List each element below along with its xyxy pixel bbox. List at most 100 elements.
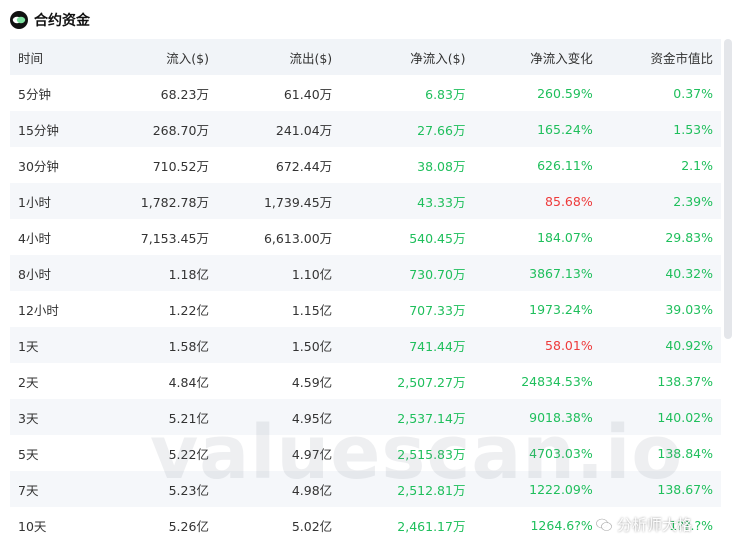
cell-net-change: 3867.13%: [465, 255, 593, 291]
table-row: 2天 4.84亿 4.59亿 2,507.27万 24834.53% 138.37%: [10, 363, 721, 399]
cell-time: 5分钟: [10, 75, 101, 111]
contract-funds-logo-icon: [10, 11, 28, 29]
cell-inflow: 268.70万: [100, 111, 209, 147]
cell-outflow: 4.97亿: [208, 435, 333, 471]
table-row: 30分钟 710.52万 672.44万 38.08万 626.11% 2.1%: [10, 147, 721, 183]
cell-time: 12小时: [10, 291, 101, 327]
cell-inflow: 7,153.45万: [100, 219, 209, 255]
cell-time: 15分钟: [10, 111, 101, 147]
cell-ratio: 140.02%: [592, 399, 721, 435]
cell-outflow: 1.15亿: [208, 291, 333, 327]
cell-net-change: 24834.53%: [465, 363, 593, 399]
cell-net-inflow: 43.33万: [332, 183, 466, 219]
col-header-net-change: 净流入变化: [465, 39, 593, 75]
cell-net-inflow: 2,507.27万: [332, 363, 466, 399]
cell-net-change: 184.07%: [465, 219, 593, 255]
cell-inflow: 1.18亿: [100, 255, 209, 291]
cell-time: 7天: [10, 471, 101, 507]
cell-ratio: 0.37%: [592, 75, 721, 111]
cell-ratio: 138.84%: [592, 435, 721, 471]
cell-net-change: 1222.09%: [465, 471, 593, 507]
footer-badge-text: 分析师大格: [617, 516, 693, 534]
cell-ratio: 40.32%: [592, 255, 721, 291]
cell-inflow: 5.21亿: [100, 399, 209, 435]
wechat-icon: [596, 518, 612, 531]
cell-ratio: 1.53%: [592, 111, 721, 147]
cell-inflow: 68.23万: [100, 75, 209, 111]
col-header-time: 时间: [10, 39, 101, 75]
cell-time: 5天: [10, 435, 101, 471]
cell-outflow: 4.95亿: [208, 399, 333, 435]
cell-net-inflow: 27.66万: [332, 111, 466, 147]
cell-inflow: 1.58亿: [100, 327, 209, 363]
panel-title: 合约资金: [34, 13, 90, 29]
col-header-outflow: 流出($): [208, 39, 333, 75]
cell-inflow: 5.26亿: [100, 507, 209, 543]
table-body: 5分钟 68.23万 61.40万 6.83万 260.59% 0.37% 15分钟 268.…: [10, 75, 721, 543]
cell-net-change: 1264.6?%: [465, 507, 593, 543]
cell-net-inflow: 741.44万: [332, 327, 466, 363]
contract-funds-panel: 合约资金 时间 流入($) 流出($) 净流入($) 净流入变化 资金市值比 5…: [0, 0, 743, 556]
cell-outflow: 1.10亿: [208, 255, 333, 291]
cell-outflow: 241.04万: [208, 111, 333, 147]
cell-net-change: 165.24%: [465, 111, 593, 147]
cell-outflow: 1,739.45万: [208, 183, 333, 219]
cell-inflow: 710.52万: [100, 147, 209, 183]
table-scrollbar[interactable]: [724, 39, 732, 339]
col-header-ratio: 资金市值比: [592, 39, 721, 75]
cell-net-inflow: 2,512.81万: [332, 471, 466, 507]
cell-net-change: 626.11%: [465, 147, 593, 183]
table-row: 4小时 7,153.45万 6,613.00万 540.45万 184.07% 29.83…: [10, 219, 721, 255]
footer-badge: 分析师大格: [596, 514, 692, 535]
funds-table: 时间 流入($) 流出($) 净流入($) 净流入变化 资金市值比 5分钟 68.…: [10, 39, 721, 543]
table-row: 1小时 1,782.78万 1,739.45万 43.33万 85.68% 2.39%: [10, 183, 721, 219]
cell-ratio: 40.92%: [592, 327, 721, 363]
cell-time: 30分钟: [10, 147, 101, 183]
cell-net-change: 58.01%: [465, 327, 593, 363]
panel-header: 合约资金: [10, 8, 90, 32]
cell-net-change: 260.59%: [465, 75, 593, 111]
cell-net-inflow: 540.45万: [332, 219, 466, 255]
cell-inflow: 1.22亿: [100, 291, 209, 327]
col-header-net-inflow: 净流入($): [332, 39, 466, 75]
table-row: 12小时 1.22亿 1.15亿 707.33万 1973.24% 39.03%: [10, 291, 721, 327]
table-row: 3天 5.21亿 4.95亿 2,537.14万 9018.38% 140.02%: [10, 399, 721, 435]
cell-ratio: 138.37%: [592, 363, 721, 399]
cell-net-inflow: 2,461.17万: [332, 507, 466, 543]
cell-ratio: 39.03%: [592, 291, 721, 327]
cell-net-inflow: 2,515.83万: [332, 435, 466, 471]
cell-net-change: 9018.38%: [465, 399, 593, 435]
cell-net-inflow: 2,537.14万: [332, 399, 466, 435]
cell-time: 8小时: [10, 255, 101, 291]
cell-ratio: 2.39%: [592, 183, 721, 219]
cell-inflow: 5.23亿: [100, 471, 209, 507]
cell-time: 1小时: [10, 183, 101, 219]
cell-time: 4小时: [10, 219, 101, 255]
cell-net-change: 4703.03%: [465, 435, 593, 471]
cell-time: 1天: [10, 327, 101, 363]
cell-time: 10天: [10, 507, 101, 543]
cell-inflow: 4.84亿: [100, 363, 209, 399]
table-row: 1天 1.58亿 1.50亿 741.44万 58.01% 40.92%: [10, 327, 721, 363]
cell-outflow: 6,613.00万: [208, 219, 333, 255]
cell-inflow: 1,782.78万: [100, 183, 209, 219]
table-row: 5天 5.22亿 4.97亿 2,515.83万 4703.03% 138.84%: [10, 435, 721, 471]
table-row: 15分钟 268.70万 241.04万 27.66万 165.24% 1.53%: [10, 111, 721, 147]
cell-ratio: 138.67%: [592, 471, 721, 507]
cell-ratio: 2.1%: [592, 147, 721, 183]
cell-net-inflow: 707.33万: [332, 291, 466, 327]
cell-net-change: 1973.24%: [465, 291, 593, 327]
table-row: 7天 5.23亿 4.98亿 2,512.81万 1222.09% 138.67%: [10, 471, 721, 507]
cell-outflow: 672.44万: [208, 147, 333, 183]
cell-inflow: 5.22亿: [100, 435, 209, 471]
cell-net-change: 85.68%: [465, 183, 593, 219]
table-header-row: 时间 流入($) 流出($) 净流入($) 净流入变化 资金市值比: [10, 39, 721, 75]
cell-time: 3天: [10, 399, 101, 435]
cell-net-inflow: 6.83万: [332, 75, 466, 111]
col-header-inflow: 流入($): [100, 39, 209, 75]
cell-outflow: 4.59亿: [208, 363, 333, 399]
cell-outflow: 61.40万: [208, 75, 333, 111]
cell-ratio: 29.83%: [592, 219, 721, 255]
cell-net-inflow: 730.70万: [332, 255, 466, 291]
cell-outflow: 1.50亿: [208, 327, 333, 363]
